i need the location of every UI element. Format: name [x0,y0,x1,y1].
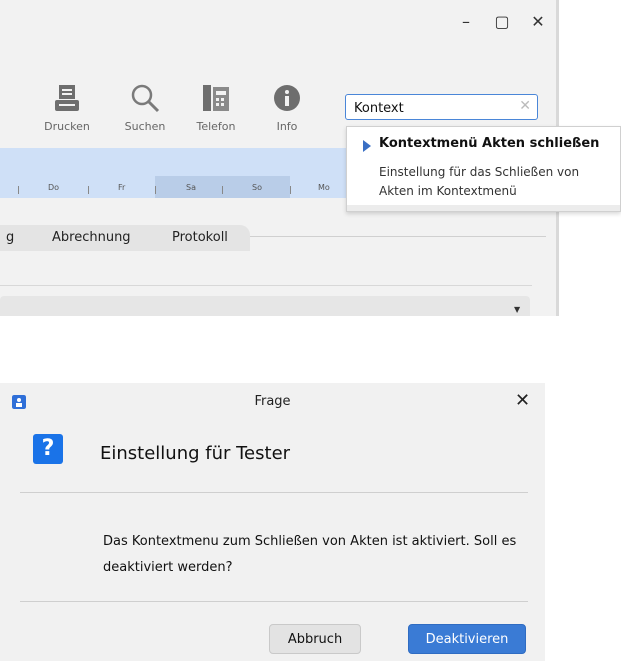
printer-icon [32,78,102,118]
info-label: Info [276,120,298,133]
divider [0,285,532,286]
calendar-tick [290,186,291,194]
search-field[interactable]: ✕ [345,94,538,120]
phone-icon [181,78,251,118]
info-button[interactable]: Info [252,78,322,133]
popup-footer [347,205,620,211]
calendar-tick [88,186,89,194]
triangle-right-icon [363,140,371,152]
dialog-title: Frage [254,394,291,409]
search-suggestion-popup[interactable]: Kontextmenü Akten schließen Einstellung … [346,126,621,212]
close-button[interactable]: ✕ [526,12,550,32]
info-icon [252,78,322,118]
dropdown-select[interactable] [0,296,530,316]
divider [20,492,528,493]
question-dialog: Frage ✕ ? Einstellung für Tester Das Kon… [0,383,545,661]
search-icon [110,78,180,118]
divider [250,236,546,237]
tab-abrechnung[interactable]: Abrechnung [52,225,131,251]
search-button[interactable]: Suchen [110,78,180,133]
deactivate-button[interactable]: Deaktivieren [408,624,526,654]
calendar-tick [155,186,156,194]
cancel-button[interactable]: Abbruch [269,624,361,654]
minimize-button[interactable]: – [454,12,478,32]
phone-button[interactable]: Telefon [181,78,251,133]
tab-protokoll[interactable]: Protokoll [172,225,228,251]
clear-icon[interactable]: ✕ [519,98,531,114]
dialog-heading: Einstellung für Tester [100,443,291,464]
close-icon[interactable]: ✕ [515,390,530,411]
suggestion-description: Einstellung für das Schließen von Akten … [379,165,580,198]
calendar-tick [18,186,19,194]
phone-label: Telefon [196,120,236,133]
maximize-button[interactable]: ▢ [490,12,514,32]
dialog-message: Das Kontextmenu zum Schließen von Akten … [103,534,517,575]
print-label: Drucken [44,120,90,133]
suggestion-title[interactable]: Kontextmenü Akten schließen [379,136,599,151]
calendar-day: Do [48,183,60,192]
search-label: Suchen [124,120,166,133]
divider [20,601,528,602]
calendar-day: Mo [318,183,330,192]
tab-partial[interactable]: g [6,225,14,251]
question-icon: ? [33,434,63,464]
search-input[interactable] [352,97,516,119]
dialog-title-bar: Frage ✕ [0,383,545,421]
print-button[interactable]: Drucken [32,78,102,133]
calendar-day: So [252,183,262,192]
calendar-day: Sa [186,183,196,192]
calendar-tick [222,186,223,194]
chevron-down-icon: ▼ [514,305,521,314]
calendar-day: Fr [118,183,126,192]
